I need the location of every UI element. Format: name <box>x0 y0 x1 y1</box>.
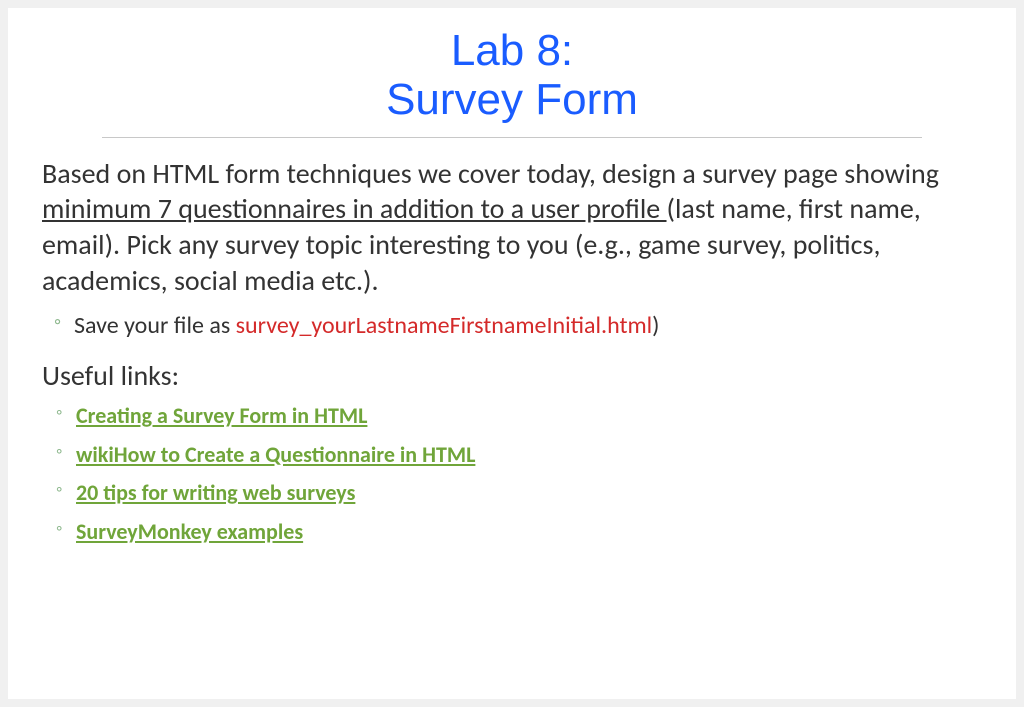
link-item-2: 20 tips for writing web surveys <box>56 474 982 513</box>
link-20-tips[interactable]: 20 tips for writing web surveys <box>76 479 355 506</box>
save-instruction-list: Save your file as survey_yourLastnameFir… <box>42 307 982 344</box>
save-filename: survey_yourLastnameFirstnameInitial.html <box>236 311 653 340</box>
links-list: Creating a Survey Form in HTML wikiHow t… <box>42 397 982 551</box>
title-divider <box>102 137 922 138</box>
link-wikihow[interactable]: wikiHow to Create a Questionnaire in HTM… <box>76 441 475 468</box>
link-item-1: wikiHow to Create a Questionnaire in HTM… <box>56 436 982 475</box>
save-instruction-item: Save your file as survey_yourLastnameFir… <box>54 307 982 344</box>
link-item-3: SurveyMonkey examples <box>56 513 982 552</box>
save-prefix: Save your file as <box>74 311 236 340</box>
save-suffix: ) <box>652 311 659 340</box>
title-line-1: Lab 8: <box>42 26 982 75</box>
title-line-2: Survey Form <box>42 75 982 124</box>
slide-title: Lab 8: Survey Form <box>42 26 982 125</box>
slide-content: Lab 8: Survey Form Based on HTML form te… <box>8 8 1016 699</box>
useful-links-heading: Useful links: <box>42 358 982 393</box>
intro-pre: Based on HTML form techniques we cover t… <box>42 156 939 191</box>
link-surveymonkey[interactable]: SurveyMonkey examples <box>76 518 303 545</box>
intro-underlined: minimum 7 questionnaires in addition to … <box>42 191 667 226</box>
link-creating-survey[interactable]: Creating a Survey Form in HTML <box>76 402 367 429</box>
link-item-0: Creating a Survey Form in HTML <box>56 397 982 436</box>
intro-paragraph: Based on HTML form techniques we cover t… <box>42 156 982 299</box>
